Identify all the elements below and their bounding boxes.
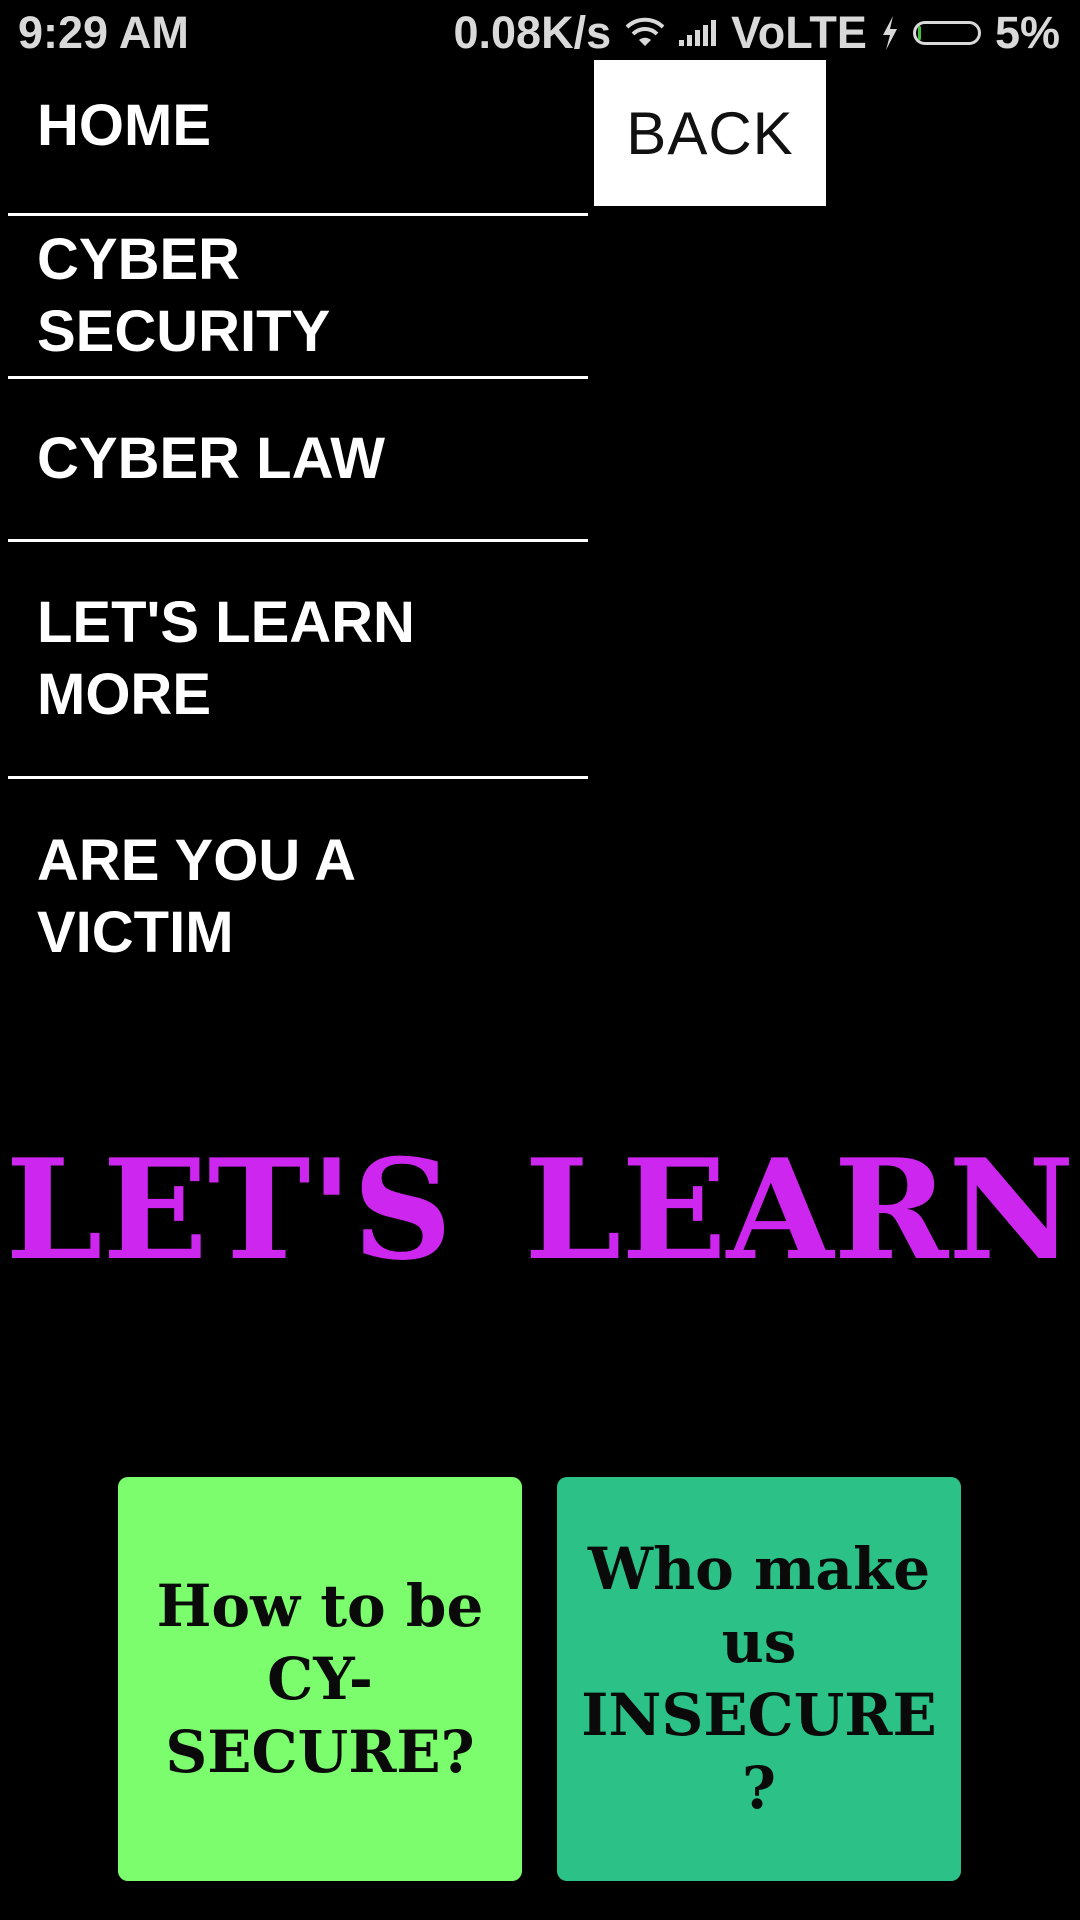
card-label: How to be CY-SECURE? bbox=[156, 1571, 484, 1786]
card-label: Who make us INSECURE ? bbox=[581, 1535, 937, 1822]
status-indicators: 0.08K/s VoLTE 5% bbox=[453, 7, 1061, 58]
battery-level-fill bbox=[917, 26, 921, 40]
nav-item-cyber-security[interactable]: CYBER SECURITY bbox=[8, 216, 588, 379]
nav-item-lets-learn-more[interactable]: LET'S LEARN MORE bbox=[8, 542, 588, 779]
how-to-be-cy-secure-button[interactable]: How to be CY-SECURE? bbox=[118, 1477, 522, 1881]
network-type: VoLTE bbox=[731, 7, 867, 58]
nav-menu: HOME CYBER SECURITY CYBER LAW LET'S LEAR… bbox=[8, 66, 588, 1014]
page-title: LET'S LEARN bbox=[5, 1128, 1075, 1291]
back-button[interactable]: BACK bbox=[594, 60, 826, 206]
nav-item-cyber-law[interactable]: CYBER LAW bbox=[8, 379, 588, 542]
nav-item-are-you-a-victim[interactable]: ARE YOU A VICTIM bbox=[8, 779, 588, 1014]
battery-percent: 5% bbox=[994, 7, 1060, 58]
signal-bars-icon bbox=[679, 18, 717, 48]
nav-item-label: LET'S LEARN MORE bbox=[37, 590, 415, 727]
nav-item-label: HOME bbox=[37, 93, 211, 158]
nav-item-home[interactable]: HOME bbox=[8, 66, 588, 216]
battery-icon bbox=[912, 21, 981, 45]
who-make-us-insecure-button[interactable]: Who make us INSECURE ? bbox=[557, 1477, 961, 1881]
nav-item-label: ARE YOU A VICTIM bbox=[37, 827, 354, 965]
nav-item-label: CYBER SECURITY bbox=[37, 227, 331, 364]
wifi-icon bbox=[625, 16, 665, 50]
lightning-bolt-icon bbox=[881, 16, 899, 50]
status-bar: 9:29 AM 0.08K/s VoLTE 5% bbox=[0, 0, 1080, 66]
status-time: 9:29 AM bbox=[18, 7, 189, 58]
network-speed: 0.08K/s bbox=[453, 7, 612, 58]
nav-item-label: CYBER LAW bbox=[37, 426, 385, 491]
